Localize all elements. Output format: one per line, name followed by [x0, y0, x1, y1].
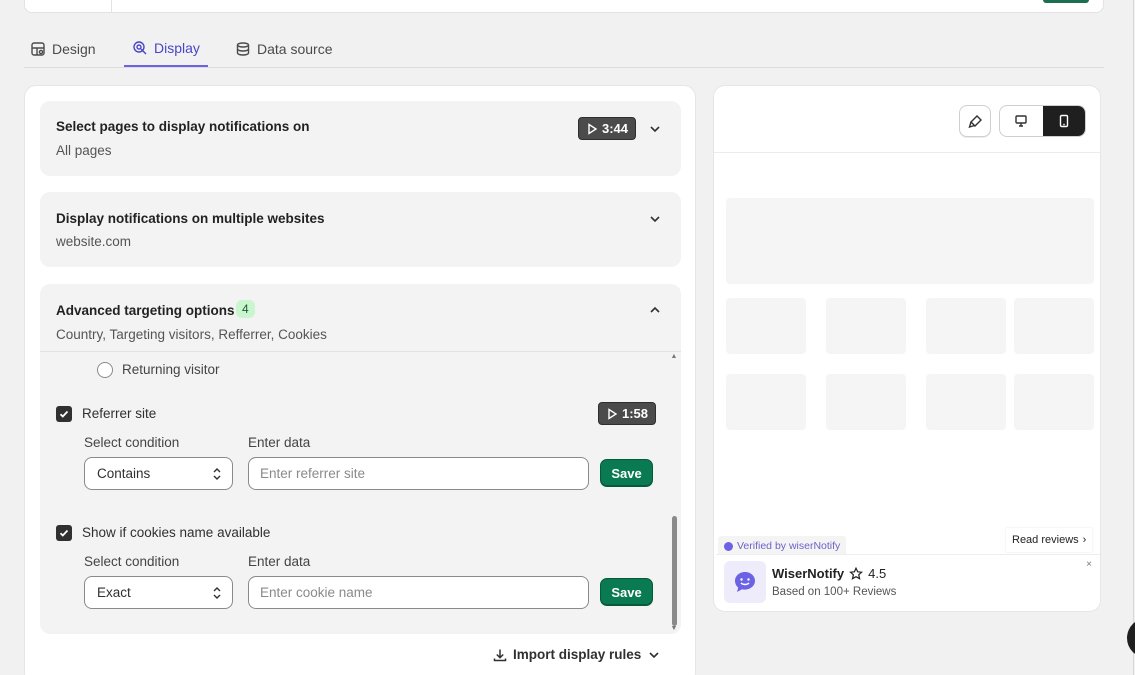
brand-row: WiserNotify 4.5: [772, 566, 886, 581]
design-icon: [31, 42, 45, 56]
websites-section-subtitle: website.com: [56, 234, 132, 249]
preview-toolbar: [714, 86, 1100, 153]
verified-tag: Verified by wiserNotify: [718, 536, 847, 556]
check-icon: [59, 529, 69, 537]
returning-visitor-label: Returning visitor: [122, 362, 220, 377]
tab-data-source[interactable]: Data source: [235, 30, 332, 68]
download-icon: [493, 649, 507, 661]
websites-section-title: Display notifications on multiple websit…: [56, 211, 325, 226]
placeholder-block: [926, 374, 1006, 430]
placeholder-block: [1014, 298, 1094, 354]
rating-value: 4.5: [868, 566, 887, 581]
check-icon: [59, 410, 69, 418]
referrer-data-label: Enter data: [248, 435, 311, 450]
placeholder-block: [826, 374, 906, 430]
cookies-label: Show if cookies name available: [82, 525, 271, 540]
cookies-condition-value: Exact: [97, 585, 131, 600]
chat-smile-icon: [735, 572, 755, 592]
chevron-down-icon: [649, 651, 659, 658]
cookies-condition-select[interactable]: Exact: [84, 576, 233, 609]
cookie-name-input[interactable]: [248, 576, 589, 609]
video-tutorial-badge[interactable]: 3:44: [578, 117, 637, 140]
placeholder-block: [826, 298, 906, 354]
referrer-site-input[interactable]: [248, 457, 589, 490]
scroll-down-arrow-icon[interactable]: ▼: [670, 625, 678, 632]
top-primary-button[interactable]: [1043, 0, 1089, 3]
chevron-right-icon: ›: [1082, 534, 1087, 546]
close-icon[interactable]: ×: [1086, 559, 1092, 570]
referrer-condition-value: Contains: [97, 466, 151, 481]
tab-display-label: Display: [154, 39, 200, 56]
placeholder-block: [726, 198, 1094, 284]
cookies-save-button[interactable]: Save: [600, 578, 653, 606]
scroll-up-arrow-icon[interactable]: ▲: [670, 353, 678, 360]
scrollbar-thumb[interactable]: [672, 516, 677, 626]
chat-launcher-button[interactable]: [1127, 618, 1135, 658]
advanced-section-subtitle: Country, Targeting visitors, Refferrer, …: [56, 327, 327, 342]
referrer-label: Referrer site: [82, 406, 157, 421]
tab-design[interactable]: Design: [30, 30, 96, 68]
referrer-checkbox[interactable]: [56, 406, 72, 422]
tab-display[interactable]: Display: [124, 30, 208, 67]
placeholder-block: [726, 298, 806, 354]
websites-section[interactable]: Display notifications on multiple websit…: [40, 192, 681, 267]
options-scrollbar[interactable]: ▲ ▼: [670, 353, 678, 632]
display-settings-panel: Select pages to display notifications on…: [24, 85, 696, 675]
display-icon: [133, 40, 147, 54]
referrer-condition-label: Select condition: [84, 435, 180, 450]
review-subtext: Based on 100+ Reviews: [772, 586, 897, 598]
tab-design-label: Design: [52, 41, 96, 57]
verified-check-icon: [724, 541, 733, 551]
window-edge: [1133, 0, 1134, 675]
pages-section-title: Select pages to display notifications on: [56, 119, 310, 134]
options-count-badge: 4: [236, 300, 255, 318]
pages-section-subtitle: All pages: [56, 143, 112, 158]
chevron-down-icon[interactable]: [648, 212, 662, 226]
referrer-condition-select[interactable]: Contains: [84, 457, 233, 490]
brand-logo: [724, 561, 766, 603]
cookies-checkbox[interactable]: [56, 525, 72, 541]
star-icon: [849, 566, 864, 580]
tab-data-source-label: Data source: [257, 41, 333, 57]
section-divider: [40, 351, 681, 352]
returning-visitor-radio[interactable]: [97, 362, 113, 378]
play-icon: [588, 122, 598, 135]
play-icon: [608, 407, 618, 420]
placeholder-block: [1014, 374, 1094, 430]
top-bar: [24, 0, 1104, 13]
read-reviews-link[interactable]: Read reviews ›: [1006, 528, 1093, 552]
verified-text: Verified by wiserNotify: [737, 540, 841, 552]
cookies-data-label: Enter data: [248, 554, 311, 569]
referrer-save-button[interactable]: Save: [600, 459, 653, 487]
tab-bar: Design Display Data source: [24, 30, 1104, 68]
pages-section[interactable]: Select pages to display notifications on…: [40, 101, 681, 176]
placeholder-block: [926, 298, 1006, 354]
advanced-targeting-section: Advanced targeting options 4 Country, Ta…: [40, 284, 681, 634]
import-display-rules-button[interactable]: Import display rules: [493, 647, 661, 662]
referrer-video-duration: 1:58: [622, 406, 649, 421]
mobile-view-button[interactable]: [1042, 106, 1085, 136]
select-arrows-icon: [213, 587, 221, 599]
referrer-video-badge[interactable]: 1:58: [598, 402, 657, 425]
brush-icon: [967, 114, 982, 128]
advanced-section-title: Advanced targeting options: [56, 303, 235, 318]
chevron-down-icon[interactable]: [648, 122, 662, 136]
brand-name: WiserNotify: [772, 566, 845, 581]
chevron-up-icon[interactable]: [648, 303, 662, 317]
mobile-icon: [1059, 114, 1068, 128]
top-bar-divider: [111, 0, 112, 12]
import-label: Import display rules: [513, 647, 642, 662]
preview-panel: Verified by wiserNotify Read reviews › W…: [713, 85, 1101, 612]
desktop-icon: [1015, 115, 1027, 127]
placeholder-block: [726, 374, 806, 430]
read-reviews-label: Read reviews: [1012, 534, 1079, 546]
video-duration: 3:44: [602, 121, 629, 136]
review-notification[interactable]: WiserNotify 4.5 Based on 100+ Reviews ×: [716, 554, 1100, 610]
desktop-view-button[interactable]: [1000, 106, 1043, 136]
brush-button[interactable]: [959, 105, 991, 137]
cookies-condition-label: Select condition: [84, 554, 180, 569]
device-toggle: [999, 105, 1086, 137]
select-arrows-icon: [213, 468, 221, 480]
database-icon: [236, 42, 250, 56]
